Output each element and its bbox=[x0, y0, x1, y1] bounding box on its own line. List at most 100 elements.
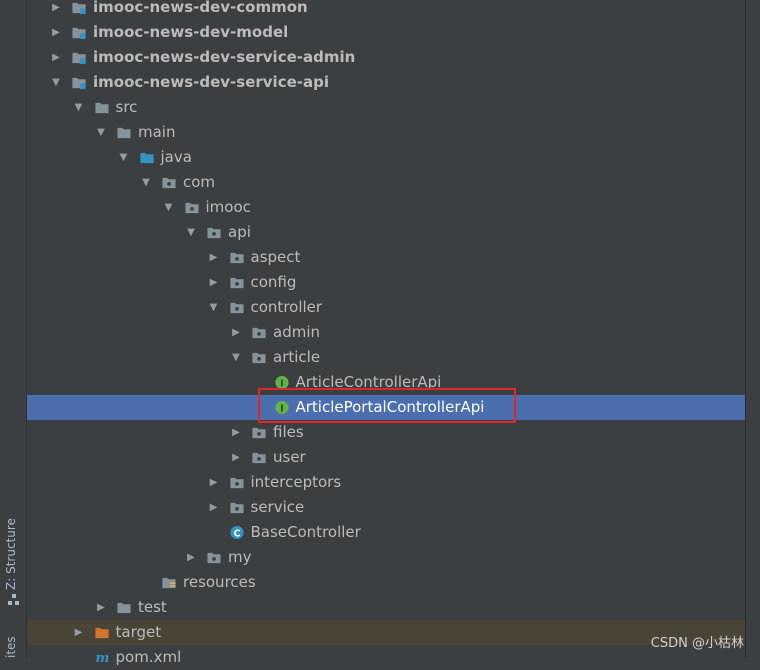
tree-item-label: imooc-news-dev-model bbox=[93, 23, 289, 41]
collapsed-arrow-icon[interactable]: ▶ bbox=[207, 270, 221, 295]
collapsed-arrow-icon[interactable]: ▶ bbox=[184, 545, 198, 570]
tree-item[interactable]: ▼ controller bbox=[27, 295, 745, 320]
left-tool-strip: Z: Structure ites bbox=[0, 0, 27, 658]
tree-item[interactable]: ▼ imooc-news-dev-service-api bbox=[27, 70, 745, 95]
tree-item[interactable]: ▶ admin bbox=[27, 320, 745, 345]
package-icon bbox=[207, 227, 221, 239]
package-icon bbox=[229, 502, 244, 514]
expanded-arrow-icon[interactable]: ▼ bbox=[207, 295, 221, 320]
collapsed-arrow-icon[interactable]: ▶ bbox=[49, 0, 63, 20]
tree-item[interactable]: ▶ service bbox=[27, 495, 745, 520]
package-icon bbox=[252, 352, 266, 364]
tree-item[interactable]: ▶ interceptors bbox=[27, 470, 745, 495]
tree-item[interactable]: resources bbox=[27, 570, 745, 595]
package-icon bbox=[229, 277, 244, 289]
tree-item-label: user bbox=[273, 448, 306, 466]
tree-item[interactable]: ▼ java bbox=[27, 145, 745, 170]
tree-item-label: imooc-news-dev-common bbox=[93, 0, 308, 16]
package-icon bbox=[229, 302, 244, 314]
expanded-arrow-icon[interactable]: ▼ bbox=[117, 145, 131, 170]
tree-item-label: my bbox=[228, 548, 252, 566]
collapsed-arrow-icon[interactable]: ▶ bbox=[94, 595, 108, 620]
watermark: CSDN @小枯林 bbox=[650, 636, 744, 651]
tree-item-label: controller bbox=[250, 298, 323, 316]
folder-icon bbox=[94, 102, 109, 114]
collapsed-arrow-icon[interactable]: ▶ bbox=[229, 320, 243, 345]
tree-item-label: aspect bbox=[250, 248, 301, 266]
expanded-arrow-icon[interactable]: ▼ bbox=[72, 95, 86, 120]
expanded-arrow-icon[interactable]: ▼ bbox=[94, 120, 108, 145]
package-icon bbox=[229, 477, 244, 489]
folder-icon bbox=[117, 127, 131, 139]
class-icon: C bbox=[229, 525, 244, 539]
module-folder-icon bbox=[72, 52, 86, 65]
excluded-folder-icon bbox=[94, 627, 109, 639]
svg-text:C: C bbox=[233, 528, 240, 539]
tree-item[interactable]: ▶ aspect bbox=[27, 245, 745, 270]
tree-item-label: test bbox=[138, 598, 167, 616]
tree-item[interactable]: ▶ imooc-news-dev-service-admin bbox=[27, 45, 745, 70]
tree-item[interactable]: ▶ config bbox=[27, 270, 745, 295]
expanded-arrow-icon[interactable]: ▼ bbox=[184, 220, 198, 245]
structure-tab[interactable]: Z: Structure bbox=[4, 518, 18, 590]
module-folder-icon bbox=[72, 27, 86, 40]
collapsed-arrow-icon[interactable]: ▶ bbox=[207, 245, 221, 270]
tree-item[interactable]: ▼ src bbox=[27, 95, 745, 120]
highlight-annotation bbox=[258, 388, 516, 423]
folder-icon bbox=[117, 602, 131, 614]
collapsed-arrow-icon[interactable]: ▶ bbox=[207, 470, 221, 495]
tree-item-label: imooc-news-dev-service-api bbox=[93, 73, 329, 91]
tree-item-label: files bbox=[273, 423, 304, 441]
tree-item-label: target bbox=[115, 623, 162, 641]
tree-item[interactable]: ▶ target bbox=[27, 620, 745, 645]
tree-item[interactable]: ▶ imooc-news-dev-model bbox=[27, 20, 745, 45]
tree-item-label: interceptors bbox=[250, 473, 342, 491]
package-icon bbox=[252, 427, 266, 439]
collapsed-arrow-icon[interactable]: ▶ bbox=[229, 445, 243, 470]
tree-item[interactable]: ▼ article bbox=[27, 345, 745, 370]
tree-item[interactable]: ▶ my bbox=[27, 545, 745, 570]
tree-item-label: article bbox=[273, 348, 321, 366]
package-icon bbox=[162, 177, 176, 189]
package-icon bbox=[229, 252, 244, 264]
tree-item[interactable]: ▶ files bbox=[27, 420, 745, 445]
tree-item[interactable]: ▼ com bbox=[27, 170, 745, 195]
collapsed-arrow-icon[interactable]: ▶ bbox=[72, 620, 86, 645]
tree-item-label: admin bbox=[273, 323, 320, 341]
collapsed-arrow-icon[interactable]: ▶ bbox=[49, 45, 63, 70]
tree-item[interactable]: C BaseController bbox=[27, 520, 745, 545]
tree-item-label: config bbox=[250, 273, 297, 291]
collapsed-arrow-icon[interactable]: ▶ bbox=[229, 420, 243, 445]
tree-item-label: resources bbox=[183, 573, 256, 591]
tree-item-label: service bbox=[250, 498, 305, 516]
expanded-arrow-icon[interactable]: ▼ bbox=[49, 70, 63, 95]
tree-item-label: java bbox=[160, 148, 192, 166]
tree-item-label: imooc bbox=[205, 198, 251, 216]
tree-item-label: com bbox=[183, 173, 216, 191]
module-folder-icon bbox=[72, 2, 86, 15]
collapsed-arrow-icon[interactable]: ▶ bbox=[49, 20, 63, 45]
favorites-tab[interactable]: ites bbox=[4, 636, 18, 658]
vertical-scrollbar[interactable] bbox=[745, 0, 760, 658]
collapsed-arrow-icon[interactable]: ▶ bbox=[207, 495, 221, 520]
tree-item-label: api bbox=[228, 223, 251, 241]
resources-folder-icon bbox=[162, 577, 176, 589]
package-icon bbox=[252, 327, 266, 339]
expanded-arrow-icon[interactable]: ▼ bbox=[229, 345, 243, 370]
tree-item-label: src bbox=[115, 98, 138, 116]
tree-item[interactable]: ▶ test bbox=[27, 595, 745, 620]
expanded-arrow-icon[interactable]: ▼ bbox=[162, 195, 176, 220]
tree-item[interactable]: ▼ main bbox=[27, 120, 745, 145]
tree-item-label: main bbox=[138, 123, 176, 141]
expanded-arrow-icon[interactable]: ▼ bbox=[139, 170, 153, 195]
source-folder-icon bbox=[139, 152, 154, 164]
module-folder-icon bbox=[72, 77, 86, 90]
project-tree[interactable]: ▶ imooc-news-dev-common ▶ imooc-news-dev-mo… bbox=[27, 0, 745, 666]
package-icon bbox=[252, 452, 266, 464]
svg-text:m: m bbox=[95, 651, 109, 665]
tree-item[interactable]: ▼ imooc bbox=[27, 195, 745, 220]
package-icon bbox=[207, 552, 221, 564]
tree-item[interactable]: ▼ api bbox=[27, 220, 745, 245]
tree-item[interactable]: ▶ imooc-news-dev-common bbox=[27, 0, 745, 20]
tree-item[interactable]: ▶ user bbox=[27, 445, 745, 470]
